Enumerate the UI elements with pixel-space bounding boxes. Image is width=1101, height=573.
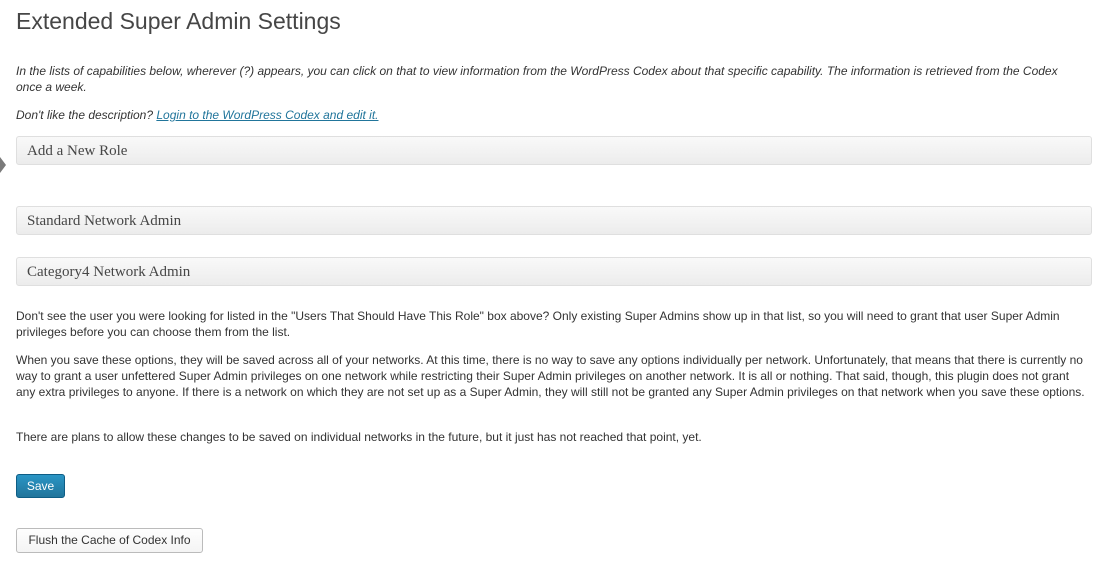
save-button[interactable]: Save bbox=[16, 474, 65, 498]
settings-page: Extended Super Admin Settings In the lis… bbox=[0, 0, 1101, 573]
collapse-arrow-icon bbox=[0, 157, 6, 173]
codex-edit-prefix: Don't like the description? bbox=[16, 108, 157, 122]
section-category4-network-admin[interactable]: Category4 Network Admin bbox=[16, 257, 1092, 286]
page-title: Extended Super Admin Settings bbox=[16, 8, 341, 34]
section-title: Add a New Role bbox=[27, 143, 128, 159]
networks-note: When you save these options, they will b… bbox=[16, 353, 1085, 399]
flush-cache-button[interactable]: Flush the Cache of Codex Info bbox=[16, 528, 203, 553]
section-title: Category4 Network Admin bbox=[27, 264, 191, 280]
section-standard-network-admin[interactable]: Standard Network Admin bbox=[16, 206, 1092, 235]
codex-edit-note: Don't like the description? Login to the… bbox=[16, 107, 1086, 123]
section-add-new-role[interactable]: Add a New Role bbox=[16, 136, 1092, 165]
section-title: Standard Network Admin bbox=[27, 213, 182, 229]
intro-text: In the lists of capabilities below, wher… bbox=[16, 64, 1058, 94]
codex-login-link[interactable]: Login to the WordPress Codex and edit it… bbox=[156, 108, 378, 122]
future-plans-note: There are plans to allow these changes t… bbox=[16, 430, 702, 444]
users-note: Don't see the user you were looking for … bbox=[16, 309, 1060, 339]
